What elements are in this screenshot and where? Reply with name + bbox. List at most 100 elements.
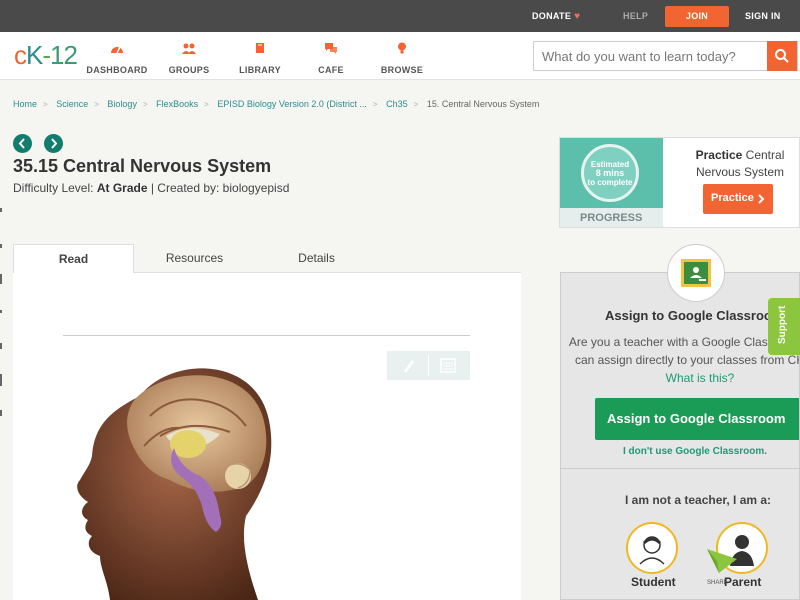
search-icon (775, 49, 789, 63)
created-by: | Created by: biologyepisd (150, 181, 290, 195)
breadcrumb-separator-icon: > (43, 100, 48, 109)
practice-title: Practice Central Nervous System (680, 147, 800, 181)
lesson-content (13, 273, 521, 600)
parent-label: Parent (724, 575, 762, 589)
nav-cafe-label: CAFE (318, 65, 344, 75)
share-icon[interactable] (705, 545, 739, 575)
nav-groups-label: GROUPS (168, 65, 210, 75)
no-google-classroom-link[interactable]: I don't use Google Classroom. (623, 446, 767, 457)
nav-browse-label: BROWSE (380, 65, 424, 75)
nav-library[interactable]: LIBRARY (225, 42, 295, 78)
nav-dashboard[interactable]: DASHBOARD (82, 42, 152, 78)
ck12-logo[interactable]: cK-12 (14, 40, 78, 71)
breadcrumb-book[interactable]: EPISD Biology Version 2.0 (District ... (217, 99, 367, 109)
edge-mark (0, 343, 2, 349)
assign-panel: Assign to Google Classroom Are you a tea… (560, 272, 800, 600)
tab-read[interactable]: Read (13, 244, 134, 274)
practice-button[interactable]: Practice (703, 184, 773, 214)
breadcrumb-current: 15. Central Nervous System (426, 99, 540, 109)
breadcrumb-home[interactable]: Home (13, 99, 37, 109)
estimate-line-3: to complete (587, 178, 633, 187)
dashboard-icon (111, 46, 123, 54)
edge-mark (0, 274, 2, 284)
assign-title: Assign to Google Classroom (605, 308, 784, 323)
edge-mark (0, 244, 2, 248)
breadcrumb-flexbooks[interactable]: FlexBooks (156, 99, 198, 109)
classroom-board-figure (690, 267, 706, 281)
lesson-meta: Difficulty Level: At Grade | Created by:… (13, 181, 289, 195)
assign-google-classroom-button[interactable]: Assign to Google Classroom (595, 398, 799, 440)
difficulty-value: At Grade (96, 181, 148, 195)
page-title: 35.15 Central Nervous System (13, 156, 272, 176)
content-divider (63, 335, 470, 336)
nav-groups[interactable]: GROUPS (154, 42, 224, 78)
browse-icon (398, 42, 406, 54)
main-nav: cK-12 DASHBOARD GROUPS LIBRARY CAFE BROW… (0, 32, 800, 80)
cafe-icon (325, 43, 337, 54)
donate-link[interactable]: DONATE ♥ (532, 0, 580, 32)
chevron-right-icon (758, 194, 765, 204)
breadcrumb-separator-icon: > (94, 100, 99, 109)
search-button[interactable] (767, 41, 797, 71)
support-label: Support (777, 305, 788, 344)
edge-mark (0, 374, 2, 386)
not-teacher-label: I am not a teacher, I am a: (625, 493, 772, 507)
donate-label: DONATE (532, 11, 572, 21)
practice-thumbnail: Estimated 8 mins to complete PROGRESS (560, 138, 663, 227)
breadcrumb-chapter[interactable]: Ch35 (386, 99, 408, 109)
chevron-right-icon (51, 138, 58, 149)
estimate-line-2: 8 mins (595, 168, 625, 178)
breadcrumb-separator-icon: > (142, 100, 148, 109)
nav-browse[interactable]: BROWSE (367, 42, 437, 78)
next-lesson-button[interactable] (44, 134, 63, 153)
notes-icon[interactable] (440, 358, 456, 373)
help-link[interactable]: HELP (623, 0, 648, 32)
heart-icon: ♥ (574, 11, 581, 22)
practice-estimate: Estimated 8 mins to complete (584, 160, 636, 187)
google-classroom-icon (681, 259, 711, 287)
breadcrumb-biology[interactable]: Biology (107, 99, 137, 109)
support-tab[interactable]: Support (768, 298, 800, 355)
breadcrumb: Home > Science > Biology > FlexBooks > EPISD… (13, 99, 539, 109)
nav-library-label: LIBRARY (239, 65, 281, 75)
nav-cafe[interactable]: CAFE (296, 42, 366, 78)
tab-details[interactable]: Details (256, 244, 377, 273)
toolbar-divider (428, 355, 429, 376)
search-input[interactable] (534, 42, 769, 70)
library-icon (256, 43, 264, 53)
student-icon (639, 536, 665, 565)
edge-mark (0, 410, 2, 416)
assign-divider (561, 468, 799, 469)
student-label: Student (631, 575, 676, 589)
signin-link[interactable]: SIGN IN (745, 0, 781, 32)
nav-dashboard-label: DASHBOARD (86, 65, 148, 75)
prev-lesson-button[interactable] (13, 134, 32, 153)
what-is-this-link[interactable]: What is this? (666, 371, 735, 385)
breadcrumb-separator-icon: > (204, 100, 209, 109)
student-role-button[interactable] (626, 522, 678, 574)
top-bar: DONATE ♥ HELP JOIN SIGN IN (0, 0, 800, 32)
practice-button-label: Practice (711, 192, 754, 204)
content-tabs: Read Resources Details (13, 244, 521, 274)
difficulty-label: Difficulty Level: (13, 181, 94, 195)
breadcrumb-separator-icon: > (372, 100, 378, 109)
search-box (533, 41, 798, 71)
pencil-icon[interactable] (400, 357, 416, 374)
edge-mark (0, 310, 2, 313)
logo-12: 12 (50, 40, 78, 70)
progress-label: PROGRESS (560, 208, 663, 227)
tab-resources[interactable]: Resources (134, 244, 255, 273)
practice-card: Estimated 8 mins to complete PROGRESS Pr… (559, 137, 800, 228)
assign-description: Are you a teacher with a Google Classroo… (567, 333, 799, 387)
share-label: SHARE (707, 580, 728, 586)
practice-title-bold: Practice (695, 148, 743, 162)
annotation-toolbar (387, 351, 470, 380)
logo-k: K (26, 40, 43, 70)
groups-icon (182, 43, 196, 54)
edge-mark (0, 208, 2, 212)
chevron-left-icon (18, 138, 25, 149)
google-classroom-logo (667, 244, 725, 302)
breadcrumb-science[interactable]: Science (56, 99, 88, 109)
logo-c: c (14, 40, 27, 70)
join-button[interactable]: JOIN (665, 6, 729, 27)
